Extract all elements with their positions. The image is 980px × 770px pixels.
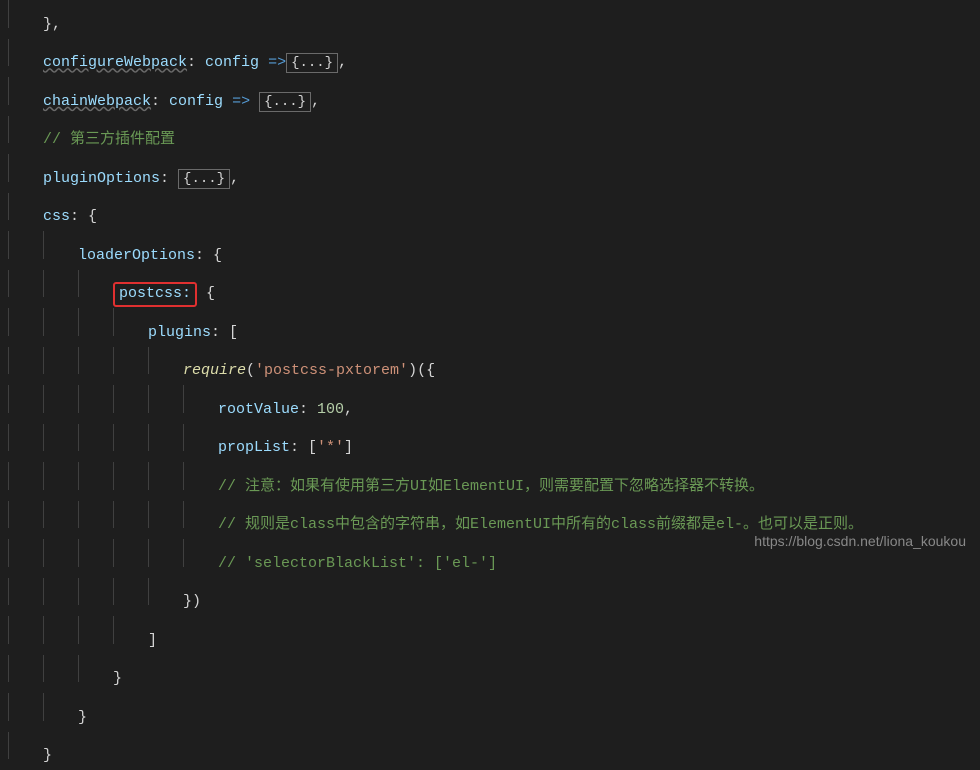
code-line: plugins: [ — [8, 308, 980, 347]
code-line: css: { — [8, 193, 980, 232]
code-line: rootValue: 100, — [8, 385, 980, 424]
highlight-box: postcss: — [113, 282, 197, 307]
property: loaderOptions — [78, 242, 195, 270]
comment: // 第三方插件配置 — [43, 126, 175, 154]
code-line: chainWebpack: config => {...}, — [8, 77, 980, 116]
watermark-text: https://blog.csdn.net/liona_koukou — [754, 529, 966, 555]
comment: // 'selectorBlackList': ['el-'] — [218, 550, 497, 578]
code-line: } — [8, 693, 980, 732]
property: rootValue — [218, 396, 299, 424]
folded-code-icon[interactable]: {...} — [286, 53, 338, 73]
code-line: // 注意：如果有使用第三方UI如ElementUI，则需要配置下忽略选择器不转… — [8, 462, 980, 501]
property: css — [43, 203, 70, 231]
code-editor[interactable]: }, configureWebpack: config =>{...}, cha… — [0, 0, 980, 770]
code-line: } — [8, 732, 980, 770]
comment: // 注意：如果有使用第三方UI如ElementUI，则需要配置下忽略选择器不转… — [218, 473, 764, 501]
property: plugins — [148, 319, 211, 347]
code-line: }) — [8, 578, 980, 617]
code-line: }, — [8, 0, 980, 39]
code-line: postcss: { — [8, 270, 980, 309]
code-line: ] — [8, 616, 980, 655]
code-line: pluginOptions: {...}, — [8, 154, 980, 193]
code-line: require('postcss-pxtorem')({ — [8, 347, 980, 386]
function-call: require — [183, 357, 246, 385]
code-line: propList: ['*'] — [8, 424, 980, 463]
folded-code-icon[interactable]: {...} — [259, 92, 311, 112]
property: pluginOptions — [43, 165, 160, 193]
code-line: loaderOptions: { — [8, 231, 980, 270]
code-line: configureWebpack: config =>{...}, — [8, 39, 980, 78]
folded-code-icon[interactable]: {...} — [178, 169, 230, 189]
code-line: // 第三方插件配置 — [8, 116, 980, 155]
property: propList — [218, 434, 290, 462]
property: chainWebpack — [43, 88, 151, 116]
property: configureWebpack — [43, 49, 187, 77]
code-line: } — [8, 655, 980, 694]
